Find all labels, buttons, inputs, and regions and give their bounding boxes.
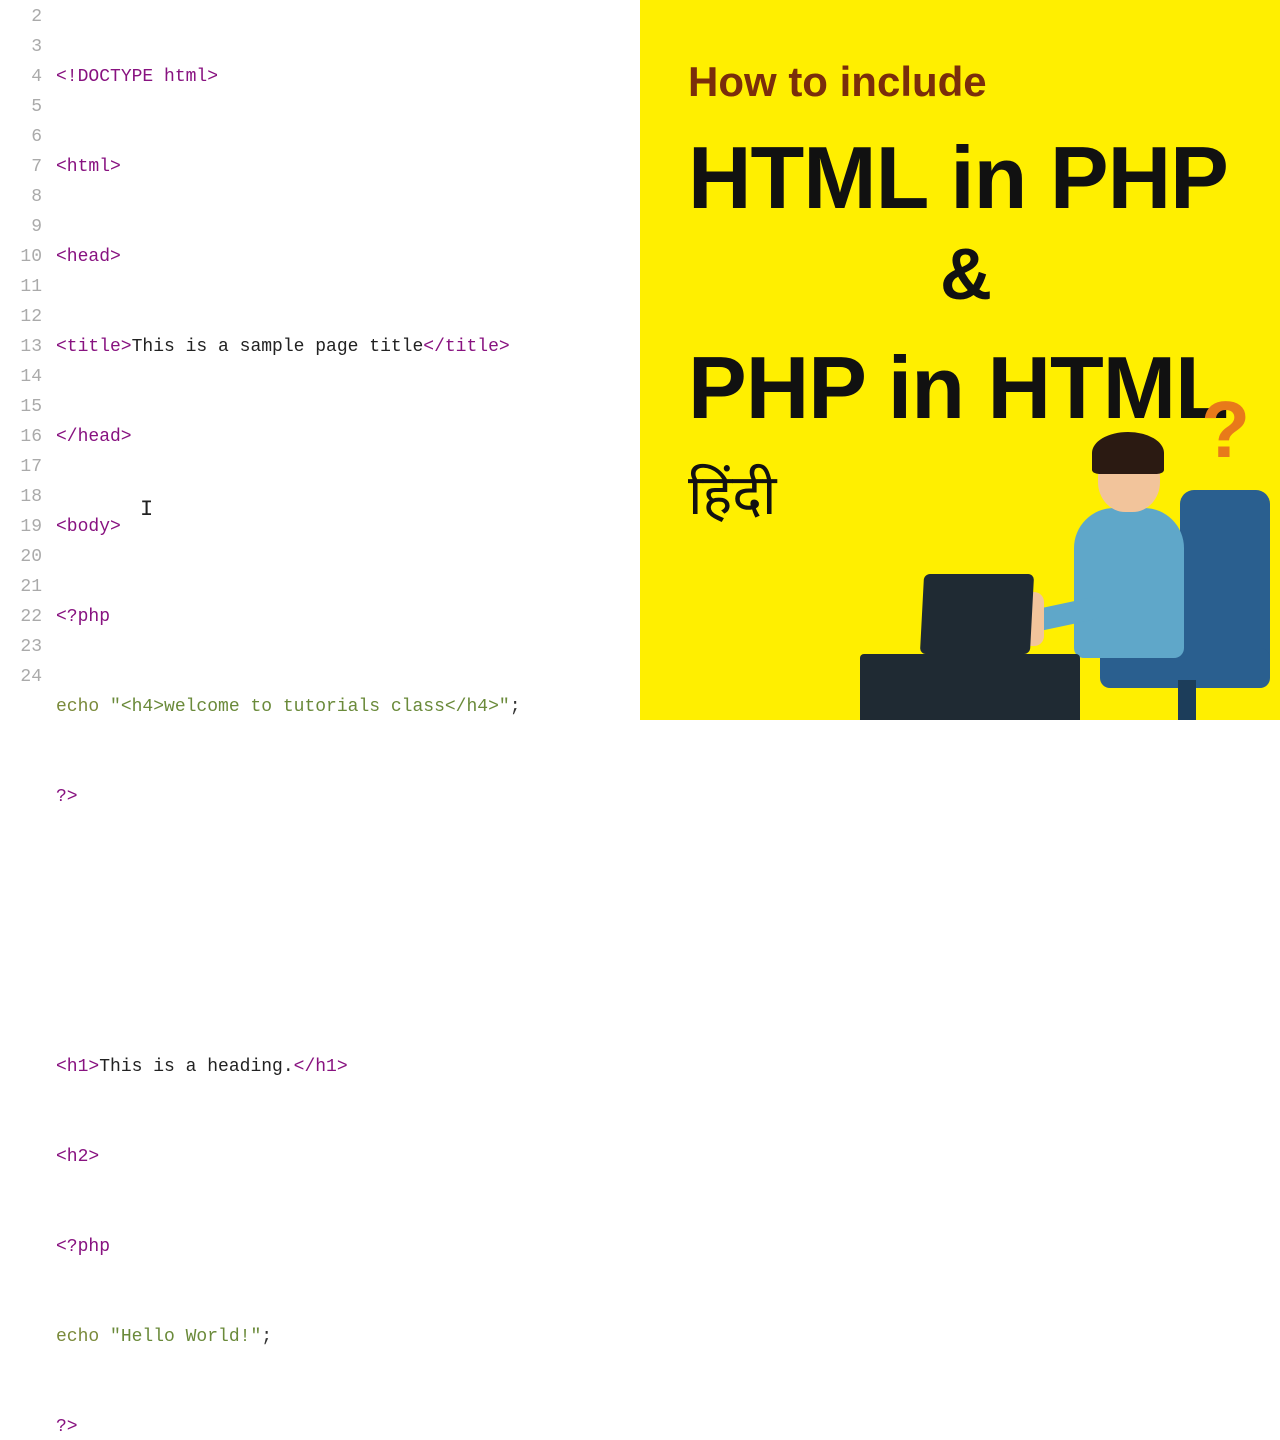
banner-heading-2: PHP in HTML xyxy=(688,342,1244,434)
line-number: 12 xyxy=(0,302,42,332)
line-number: 15 xyxy=(0,392,42,422)
code-line xyxy=(56,872,640,902)
line-number: 3 xyxy=(0,32,42,62)
banner-heading-1: HTML in PHP xyxy=(688,132,1244,224)
line-number-gutter: 2 3 4 5 6 7 8 9 10 11 12 13 14 15 16 17 … xyxy=(0,2,56,720)
line-number: 14 xyxy=(0,362,42,392)
code-line: </head> xyxy=(56,422,640,452)
code-line xyxy=(56,962,640,992)
line-number: 8 xyxy=(0,182,42,212)
text-cursor-icon: I xyxy=(140,495,153,525)
line-number: 17 xyxy=(0,452,42,482)
question-mark-icon: ? xyxy=(1201,384,1250,476)
tutorial-banner: How to include HTML in PHP & PHP in HTML… xyxy=(640,0,1280,720)
line-number: 16 xyxy=(0,422,42,452)
line-number: 22 xyxy=(0,602,42,632)
line-number: 21 xyxy=(0,572,42,602)
line-number: 20 xyxy=(0,542,42,572)
line-number: 6 xyxy=(0,122,42,152)
code-line: ?> xyxy=(56,1412,640,1440)
line-number: 5 xyxy=(0,92,42,122)
line-number: 18 xyxy=(0,482,42,512)
code-text-area[interactable]: <!DOCTYPE html> <html> <head> <title>Thi… xyxy=(56,2,640,720)
code-line: <!DOCTYPE html> xyxy=(56,62,640,92)
code-line: <head> xyxy=(56,242,640,272)
line-number: 13 xyxy=(0,332,42,362)
banner-subtitle: How to include xyxy=(688,58,1244,106)
code-line: <?php xyxy=(56,602,640,632)
desk-icon xyxy=(860,654,1080,720)
line-number: 11 xyxy=(0,272,42,302)
person-laptop-illustration: ? xyxy=(880,440,1280,720)
code-line: echo "Hello World!"; xyxy=(56,1322,640,1352)
line-number: 2 xyxy=(0,2,42,32)
banner-ampersand: & xyxy=(688,234,1244,316)
code-line: <html> xyxy=(56,152,640,182)
line-number: 10 xyxy=(0,242,42,272)
code-line: <title>This is a sample page title</titl… xyxy=(56,332,640,362)
line-number: 7 xyxy=(0,152,42,182)
laptop-icon xyxy=(920,574,1034,654)
code-line: <?php xyxy=(56,1232,640,1262)
line-number: 19 xyxy=(0,512,42,542)
person-icon xyxy=(1074,508,1184,658)
line-number: 24 xyxy=(0,662,42,692)
code-editor-pane[interactable]: 2 3 4 5 6 7 8 9 10 11 12 13 14 15 16 17 … xyxy=(0,0,640,720)
code-line: ?> xyxy=(56,782,640,812)
code-line: echo "<h4>welcome to tutorials class</h4… xyxy=(56,692,640,722)
code-line: <h1>This is a heading.</h1> xyxy=(56,1052,640,1082)
line-number: 23 xyxy=(0,632,42,662)
line-number: 4 xyxy=(0,62,42,92)
code-line: <h2> xyxy=(56,1142,640,1172)
line-number: 9 xyxy=(0,212,42,242)
